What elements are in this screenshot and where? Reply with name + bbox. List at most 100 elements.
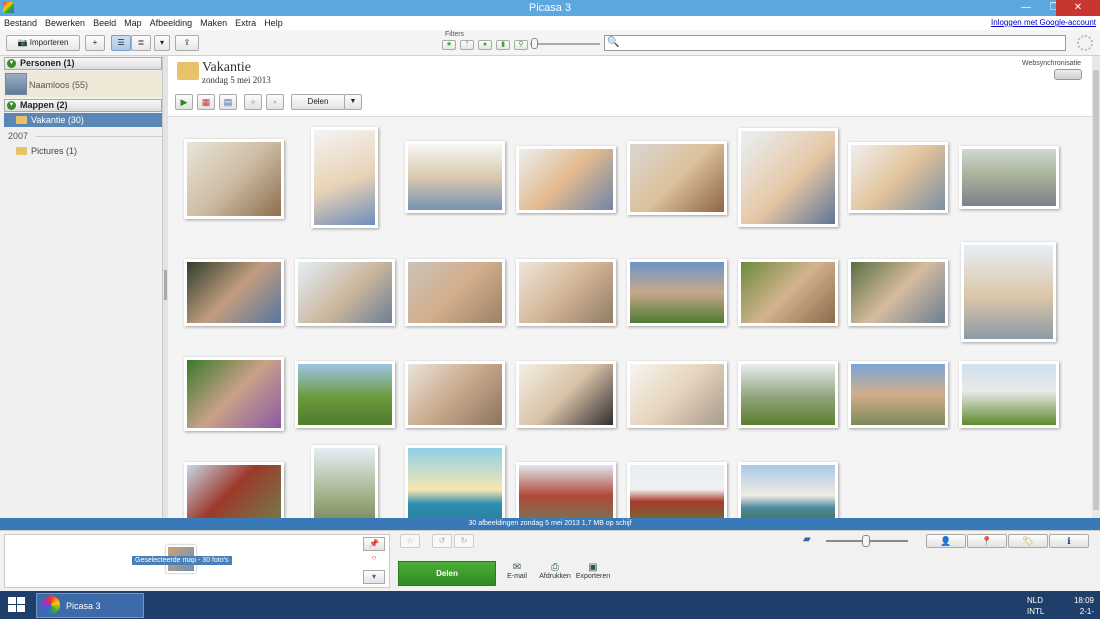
- upload-icon[interactable]: ⇪: [175, 35, 199, 51]
- print-button[interactable]: ⎙ Afdrukken: [537, 562, 573, 580]
- thumbnail-size-slider[interactable]: [862, 535, 870, 547]
- rotate-left-icon[interactable]: ↺: [432, 534, 452, 548]
- folder-icon: [16, 147, 27, 155]
- minimize-icon[interactable]: —: [1012, 0, 1040, 16]
- camera-icon: 📷: [17, 38, 28, 47]
- photo-thumbnail[interactable]: [848, 361, 948, 428]
- persons-section-header[interactable]: ▼ Personen (1): [4, 57, 162, 70]
- collapse-icon: ▼: [7, 101, 16, 110]
- date-filter-slider[interactable]: [531, 38, 538, 49]
- year-label: 2007: [8, 131, 29, 141]
- folders-section-header[interactable]: ▼ Mappen (2): [4, 99, 162, 112]
- share-button[interactable]: Delen: [291, 94, 345, 110]
- photo-thumbnail[interactable]: [516, 462, 616, 518]
- photo-thumbnail[interactable]: [405, 259, 505, 326]
- view-dropdown-icon[interactable]: ▾: [154, 35, 170, 51]
- star-small-icon[interactable]: ☆: [400, 534, 420, 548]
- photo-thumbnail[interactable]: [961, 242, 1056, 342]
- play-slideshow-icon[interactable]: ▶: [175, 94, 193, 110]
- photo-thumbnail[interactable]: [627, 259, 727, 326]
- menu-maken[interactable]: Maken: [196, 16, 231, 30]
- websync-toggle[interactable]: [1054, 69, 1082, 80]
- menu-map[interactable]: Map: [120, 16, 146, 30]
- language-indicator[interactable]: NLD INTL: [1027, 595, 1044, 617]
- list-view-icon[interactable]: ☰: [111, 35, 131, 51]
- photo-thumbnail[interactable]: [405, 141, 505, 213]
- location-pin-icon[interactable]: 📍: [967, 534, 1007, 548]
- clock[interactable]: 18:092-1-2015: [1064, 595, 1094, 619]
- menu-beeld[interactable]: Beeld: [89, 16, 120, 30]
- menu-bar: Bestand Bewerken Beeld Map Afbeelding Maken Ex…: [0, 16, 1100, 30]
- photo-thumbnail[interactable]: [848, 142, 948, 213]
- photo-thumbnail[interactable]: [295, 259, 395, 326]
- photo-thumbnail[interactable]: [184, 139, 284, 219]
- clear-icon[interactable]: ○: [363, 552, 385, 566]
- import-button[interactable]: 📷 Importeren: [6, 35, 80, 51]
- people-icon[interactable]: 👤: [926, 534, 966, 548]
- photo-thumbnail[interactable]: [516, 146, 616, 213]
- video-filter-icon[interactable]: ▮: [496, 40, 510, 50]
- star-icon[interactable]: ★: [244, 94, 262, 110]
- menu-help[interactable]: Help: [260, 16, 287, 30]
- chevron-down-icon[interactable]: ▼: [344, 94, 362, 110]
- share-big-button[interactable]: Delen: [398, 561, 496, 586]
- folder-icon: [16, 116, 27, 124]
- export-button[interactable]: ▣ Exporteren: [575, 562, 611, 580]
- save-icon[interactable]: ▪: [266, 94, 284, 110]
- menu-extra[interactable]: Extra: [231, 16, 260, 30]
- photo-thumbnail[interactable]: [738, 361, 838, 428]
- search-input[interactable]: [604, 35, 1066, 51]
- menu-bewerken[interactable]: Bewerken: [41, 16, 89, 30]
- pin-icon[interactable]: 📌: [363, 537, 385, 551]
- photo-thumbnail[interactable]: [184, 357, 284, 431]
- printer-icon: ⎙: [551, 562, 559, 573]
- close-icon[interactable]: ✕: [1056, 0, 1100, 16]
- tag-icon[interactable]: 🏷: [1008, 534, 1048, 548]
- photo-thumbnail[interactable]: [959, 146, 1059, 209]
- folder-item-pictures[interactable]: Pictures (1): [16, 146, 77, 156]
- windows-start-icon[interactable]: [8, 597, 26, 613]
- tree-view-icon[interactable]: ≣: [131, 35, 151, 51]
- thumbnail-size-icon: ▰: [803, 534, 811, 545]
- scrollbar-thumb[interactable]: [1093, 70, 1099, 510]
- folder-label: Vakantie (30): [31, 115, 84, 125]
- picasa-icon: [42, 596, 60, 614]
- filters-label: Filters: [445, 31, 465, 38]
- face-filter-icon[interactable]: ●: [478, 40, 492, 50]
- menu-bestand[interactable]: Bestand: [0, 16, 41, 30]
- album-dropdown-icon[interactable]: ▾: [363, 570, 385, 584]
- add-to-album-icon[interactable]: +: [85, 35, 105, 51]
- photo-thumbnail[interactable]: [627, 361, 727, 428]
- photo-thumbnail[interactable]: [959, 361, 1059, 428]
- info-icon[interactable]: ℹ: [1049, 534, 1089, 548]
- photo-thumbnail[interactable]: [516, 361, 616, 428]
- email-button[interactable]: ✉ E-mail: [504, 562, 530, 580]
- person-avatar: [5, 73, 27, 95]
- star-filter-icon[interactable]: ★: [442, 40, 456, 50]
- login-link[interactable]: Inloggen met Google-account: [991, 16, 1096, 30]
- folder-title: Vakantie: [202, 60, 251, 75]
- email-icon: ✉: [512, 562, 522, 573]
- movie-icon[interactable]: ▤: [219, 94, 237, 110]
- photo-thumbnail[interactable]: [627, 141, 727, 215]
- location-filter-icon[interactable]: ⚲: [514, 40, 528, 50]
- photo-thumbnail[interactable]: [405, 445, 505, 518]
- photo-thumbnail[interactable]: [738, 462, 838, 518]
- photo-thumbnail[interactable]: [848, 259, 948, 326]
- photo-thumbnail[interactable]: [627, 462, 727, 518]
- photo-thumbnail[interactable]: [311, 445, 378, 518]
- photo-thumbnail[interactable]: [738, 128, 838, 227]
- photo-thumbnail[interactable]: [295, 361, 395, 428]
- photo-thumbnail[interactable]: [311, 127, 378, 228]
- photo-thumbnail[interactable]: [184, 462, 284, 518]
- upload-filter-icon[interactable]: ⇡: [460, 40, 474, 50]
- collage-icon[interactable]: ▦: [197, 94, 215, 110]
- rotate-right-icon[interactable]: ↻: [454, 534, 474, 548]
- menu-afbeelding[interactable]: Afbeelding: [146, 16, 197, 30]
- splitter-grip[interactable]: [164, 270, 167, 300]
- photo-thumbnail[interactable]: [516, 259, 616, 326]
- photo-thumbnail[interactable]: [738, 259, 838, 326]
- photo-thumbnail[interactable]: [405, 361, 505, 428]
- photo-thumbnail[interactable]: [184, 259, 284, 326]
- export-folder-icon: ▣: [588, 562, 598, 573]
